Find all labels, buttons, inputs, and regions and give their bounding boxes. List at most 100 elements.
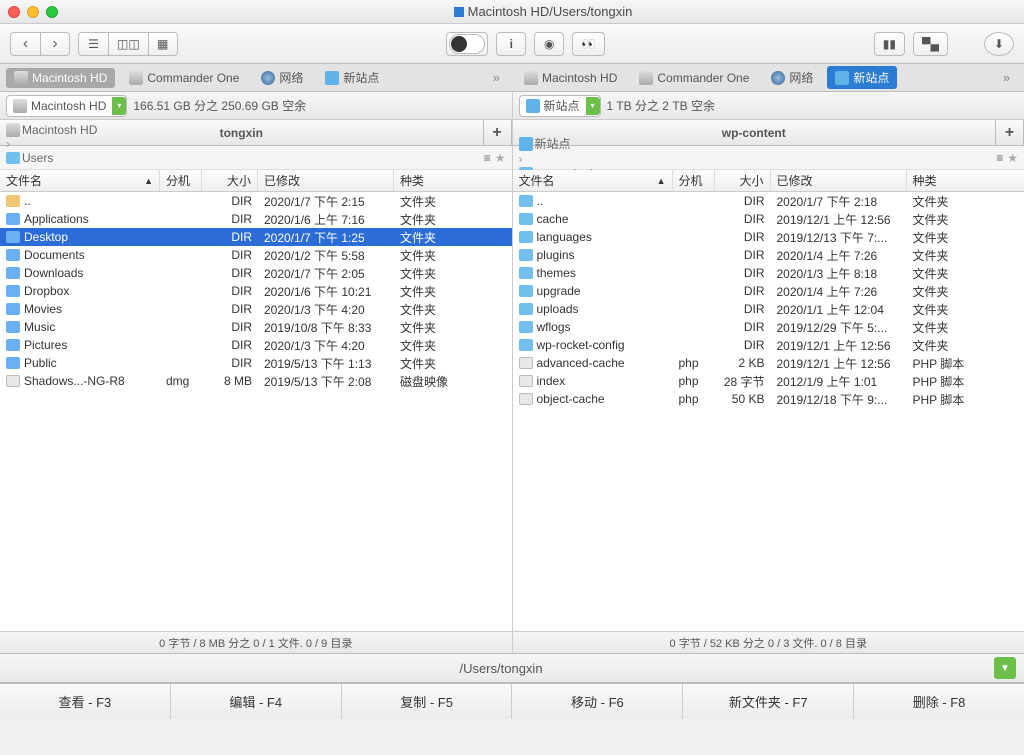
file-row[interactable]: wflogsDIR2019/12/29 下午 5:...文件夹 bbox=[513, 318, 1024, 336]
left-volume-select[interactable]: Macintosh HD ▾ bbox=[6, 95, 127, 117]
list-mode-icon[interactable]: ≡ bbox=[996, 151, 1003, 165]
view-grid[interactable]: ▦ bbox=[148, 32, 178, 56]
file-row[interactable]: DesktopDIR2020/1/7 下午 1:25文件夹 bbox=[0, 228, 512, 246]
panes: Macintosh HD ▾ 166.51 GB 分之 250.69 GB 空余… bbox=[0, 92, 1024, 653]
file-row[interactable]: DropboxDIR2020/1/6 下午 10:21文件夹 bbox=[0, 282, 512, 300]
file-row[interactable]: ..DIR2020/1/7 下午 2:18文件夹 bbox=[513, 192, 1024, 210]
list-mode-icon[interactable]: ≡ bbox=[484, 151, 491, 165]
fn-button[interactable]: 删除 - F8 bbox=[854, 684, 1024, 719]
download-button[interactable]: ⬇ bbox=[984, 32, 1014, 56]
left-add-tab[interactable]: + bbox=[484, 120, 512, 145]
chevron-down-icon: ▾ bbox=[586, 97, 600, 115]
volume-tab[interactable]: 网络 bbox=[253, 66, 311, 89]
view-list[interactable]: ☰ bbox=[78, 32, 108, 56]
file-row[interactable]: object-cachephp50 KB2019/12/18 下午 9:...P… bbox=[513, 390, 1024, 408]
file-row[interactable]: languagesDIR2019/12/13 下午 7:...文件夹 bbox=[513, 228, 1024, 246]
volume-tab[interactable]: 网络 bbox=[763, 66, 821, 89]
back-button[interactable]: ‹ bbox=[10, 32, 40, 56]
right-volume-info: 1 TB 分之 2 TB 空余 bbox=[607, 97, 715, 114]
breadcrumb-item[interactable]: Users bbox=[6, 151, 97, 165]
col-ext[interactable]: 分机 bbox=[160, 170, 202, 191]
folder-icon bbox=[6, 213, 20, 225]
path-input[interactable] bbox=[8, 661, 994, 676]
toggle-switch[interactable] bbox=[446, 32, 488, 56]
preview-button[interactable]: ◉ bbox=[534, 32, 564, 56]
network-button[interactable]: ▀▄ bbox=[913, 32, 948, 56]
file-row[interactable]: themesDIR2020/1/3 上午 8:18文件夹 bbox=[513, 264, 1024, 282]
right-file-list[interactable]: ..DIR2020/1/7 下午 2:18文件夹cacheDIR2019/12/… bbox=[513, 192, 1024, 631]
folder-icon bbox=[6, 267, 20, 279]
volume-tab[interactable]: Macintosh HD bbox=[516, 68, 625, 88]
col-date[interactable]: 已修改 bbox=[258, 170, 394, 191]
file-row[interactable]: PublicDIR2019/5/13 下午 1:13文件夹 bbox=[0, 354, 512, 372]
folder-icon bbox=[6, 357, 20, 369]
binoculars-button[interactable]: 👀 bbox=[572, 32, 605, 56]
file-row[interactable]: cacheDIR2019/12/1 上午 12:56文件夹 bbox=[513, 210, 1024, 228]
file-row[interactable]: indexphp28 字节2012/1/9 上午 1:01PHP 脚本 bbox=[513, 372, 1024, 390]
folder-icon bbox=[6, 339, 20, 351]
folderk-icon bbox=[519, 303, 533, 315]
col-size[interactable]: 大小 bbox=[202, 170, 258, 191]
volume-tab[interactable]: Commander One bbox=[631, 68, 757, 88]
file-row[interactable]: Shadows...-NG-R8dmg8 MB2019/5/13 下午 2:08… bbox=[0, 372, 512, 390]
folderk-icon bbox=[519, 267, 533, 279]
favorite-icon[interactable]: ★ bbox=[495, 151, 506, 165]
breadcrumb-item[interactable]: Macintosh HD bbox=[6, 123, 97, 137]
volume-tab[interactable]: 新站点 bbox=[317, 66, 387, 89]
right-add-tab[interactable]: + bbox=[996, 120, 1024, 145]
file-icon bbox=[6, 375, 20, 387]
file-row[interactable]: pluginsDIR2020/1/4 上午 7:26文件夹 bbox=[513, 246, 1024, 264]
volume-tab[interactable]: Commander One bbox=[121, 68, 247, 88]
file-row[interactable]: MoviesDIR2020/1/3 下午 4:20文件夹 bbox=[0, 300, 512, 318]
fn-button[interactable]: 移动 - F6 bbox=[512, 684, 683, 719]
fn-button[interactable]: 新文件夹 - F7 bbox=[683, 684, 854, 719]
favorite-icon[interactable]: ★ bbox=[1007, 151, 1018, 165]
file-row[interactable]: wp-rocket-configDIR2019/12/1 上午 12:56文件夹 bbox=[513, 336, 1024, 354]
minimize-window[interactable] bbox=[27, 6, 39, 18]
chevron-down-icon: ▾ bbox=[112, 97, 126, 115]
volume-tab-strip: Macintosh HDCommander One网络新站点 » Macinto… bbox=[0, 64, 1024, 92]
more-left-icon[interactable]: » bbox=[485, 70, 508, 85]
file-row[interactable]: PicturesDIR2020/1/3 下午 4:20文件夹 bbox=[0, 336, 512, 354]
left-volume-bar: Macintosh HD ▾ 166.51 GB 分之 250.69 GB 空余 bbox=[0, 92, 512, 120]
maximize-window[interactable] bbox=[46, 6, 58, 18]
archive-button[interactable]: ▮▮ bbox=[874, 32, 905, 56]
fn-button[interactable]: 复制 - F5 bbox=[342, 684, 513, 719]
file-row[interactable]: MusicDIR2019/10/8 下午 8:33文件夹 bbox=[0, 318, 512, 336]
path-go-button[interactable]: ▼ bbox=[994, 657, 1016, 679]
forward-button[interactable]: › bbox=[40, 32, 70, 56]
file-icon bbox=[519, 375, 533, 387]
view-mode-group: ☰ ◫◫ ▦ bbox=[78, 32, 178, 56]
file-row[interactable]: advanced-cachephp2 KB2019/12/1 上午 12:56P… bbox=[513, 354, 1024, 372]
breadcrumb-item[interactable]: 新站点 bbox=[519, 135, 594, 152]
col-size[interactable]: 大小 bbox=[715, 170, 771, 191]
file-row[interactable]: uploadsDIR2020/1/1 上午 12:04文件夹 bbox=[513, 300, 1024, 318]
col-name[interactable]: 文件名▲ bbox=[0, 170, 160, 191]
right-columns: 文件名▲ 分机 大小 已修改 种类 bbox=[513, 170, 1024, 192]
col-kind[interactable]: 种类 bbox=[907, 170, 1024, 191]
close-window[interactable] bbox=[8, 6, 20, 18]
right-volume-select[interactable]: 新站点 ▾ bbox=[519, 95, 601, 117]
file-row[interactable]: upgradeDIR2020/1/4 上午 7:26文件夹 bbox=[513, 282, 1024, 300]
titlebar: Macintosh HD/Users/tongxin bbox=[0, 0, 1024, 24]
file-row[interactable]: DownloadsDIR2020/1/7 下午 2:05文件夹 bbox=[0, 264, 512, 282]
folderk-icon bbox=[519, 231, 533, 243]
info-button[interactable]: i bbox=[496, 32, 526, 56]
fn-button[interactable]: 编辑 - F4 bbox=[171, 684, 342, 719]
left-file-list[interactable]: ..DIR2020/1/7 下午 2:15文件夹ApplicationsDIR2… bbox=[0, 192, 512, 631]
view-columns[interactable]: ◫◫ bbox=[108, 32, 148, 56]
col-ext[interactable]: 分机 bbox=[673, 170, 715, 191]
file-row[interactable]: ApplicationsDIR2020/1/6 上午 7:16文件夹 bbox=[0, 210, 512, 228]
col-name[interactable]: 文件名▲ bbox=[513, 170, 673, 191]
col-date[interactable]: 已修改 bbox=[771, 170, 907, 191]
volume-tab[interactable]: 新站点 bbox=[827, 66, 897, 89]
left-volume-info: 166.51 GB 分之 250.69 GB 空余 bbox=[133, 97, 306, 114]
more-right-icon[interactable]: » bbox=[995, 70, 1018, 85]
file-row[interactable]: DocumentsDIR2020/1/2 下午 5:58文件夹 bbox=[0, 246, 512, 264]
fn-button[interactable]: 查看 - F3 bbox=[0, 684, 171, 719]
right-volume-bar: 新站点 ▾ 1 TB 分之 2 TB 空余 bbox=[513, 92, 1024, 120]
col-kind[interactable]: 种类 bbox=[394, 170, 512, 191]
file-row[interactable]: ..DIR2020/1/7 下午 2:15文件夹 bbox=[0, 192, 512, 210]
volume-tab[interactable]: Macintosh HD bbox=[6, 68, 115, 88]
app-icon bbox=[454, 7, 464, 17]
